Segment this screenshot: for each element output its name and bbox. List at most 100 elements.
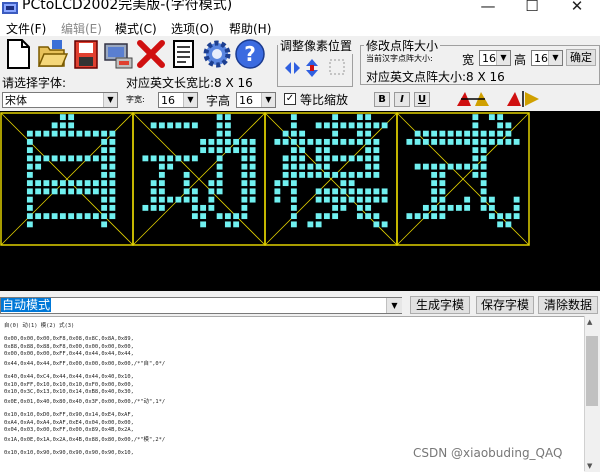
clear-data-button[interactable]: 清除数据 xyxy=(538,296,598,314)
glyph-pixel xyxy=(224,130,231,137)
dot-size-title: 修改点阵大小 xyxy=(364,37,441,54)
glyph-pixel xyxy=(101,130,108,137)
glyph-pixel xyxy=(101,147,108,154)
open-folder-icon[interactable] xyxy=(36,38,68,70)
menu-help[interactable]: 帮助(H) xyxy=(229,20,271,37)
glyph-pixel xyxy=(241,188,248,195)
flip-vertical-icon[interactable] xyxy=(505,90,541,108)
underline-button[interactable]: U xyxy=(414,92,430,107)
glyph-pixel xyxy=(332,114,339,121)
settings-icon[interactable] xyxy=(102,38,134,70)
glyph-pixel xyxy=(422,138,429,145)
glyph-pixel xyxy=(183,155,190,162)
output-line: 0x00,0x00,0x00,0xFF,0x44,0x44,0x44,0x44, xyxy=(4,351,134,358)
glyph-pixel xyxy=(356,114,363,121)
output-line: 自(0) 动(1) 模(2) 式(3) xyxy=(4,323,75,329)
glyph-pixel xyxy=(315,188,322,195)
glyph-pixel xyxy=(299,163,306,170)
glyph-pixel xyxy=(26,163,33,170)
glyph-pixel xyxy=(505,130,512,137)
bold-button[interactable]: B xyxy=(374,92,390,107)
glyph-pixel xyxy=(233,147,240,154)
glyph-pixel xyxy=(290,221,297,228)
glyph-pixel xyxy=(158,155,165,162)
document-icon[interactable] xyxy=(167,38,199,70)
glyph-pixel xyxy=(480,130,487,137)
dot-width-select[interactable]: 16 ▼ xyxy=(479,50,511,66)
italic-button[interactable]: I xyxy=(394,92,410,107)
glyph-pixel xyxy=(455,204,462,211)
generate-font-button[interactable]: 生成字模 xyxy=(410,296,470,314)
char-width-label: 字宽: xyxy=(126,95,145,104)
scroll-up-icon[interactable]: ▲ xyxy=(587,318,592,326)
scroll-down-icon[interactable]: ▼ xyxy=(587,462,592,470)
glyph-pixel xyxy=(241,171,248,178)
output-line: 0x04,0x03,0x00,0xFF,0x00,0x89,0x4B,0x2A, xyxy=(4,427,134,434)
glyph-pixel xyxy=(101,163,108,170)
glyph-pixel xyxy=(35,188,42,195)
output-line: 0x88,0x88,0x88,0xF8,0x00,0x00,0x00,0x00, xyxy=(4,343,134,350)
flip-horizontal-icon[interactable] xyxy=(455,90,491,108)
glyph-pixel xyxy=(497,122,504,129)
maximize-button[interactable]: ☐ xyxy=(510,0,554,16)
glyph-pixel xyxy=(109,155,116,162)
glyph-pixel xyxy=(109,163,116,170)
delete-icon[interactable] xyxy=(135,38,167,70)
glyph-pixel xyxy=(68,213,75,220)
glyph-pixel xyxy=(84,180,91,187)
menu-options[interactable]: 选项(O) xyxy=(171,20,214,37)
glyph-pixel xyxy=(340,171,347,178)
save-disk-icon[interactable] xyxy=(70,38,102,70)
glyph-pixel xyxy=(101,138,108,145)
glyph-pixel xyxy=(381,221,388,228)
glyph-pixel xyxy=(472,147,479,154)
pixel-shift-arrows-icon[interactable] xyxy=(282,56,348,80)
gear-icon[interactable] xyxy=(201,38,233,70)
menu-edit[interactable]: 编辑(E) xyxy=(61,20,102,37)
glyph-pixel xyxy=(224,122,231,129)
glyph-pixel xyxy=(224,213,231,220)
chevron-down-icon: ▼ xyxy=(548,51,562,65)
glyph-pixel xyxy=(183,171,190,178)
glyph-pixel xyxy=(381,196,388,203)
proportional-label: 等比缩放 xyxy=(300,93,349,107)
english-dot-size-label: 对应英文点阵大小:8 X 16 xyxy=(366,70,505,84)
glyph-pixel xyxy=(472,138,479,145)
glyph-pixel xyxy=(26,221,33,228)
scrollbar-thumb[interactable] xyxy=(586,336,598,406)
glyph-canvas[interactable] xyxy=(0,111,600,291)
glyph-pixel xyxy=(472,163,479,170)
menu-mode[interactable]: 模式(C) xyxy=(115,20,157,37)
new-file-icon[interactable] xyxy=(2,38,34,70)
close-button[interactable]: ✕ xyxy=(555,0,599,16)
help-icon[interactable]: ? xyxy=(234,38,266,70)
dot-height-select[interactable]: 16 ▼ xyxy=(531,50,563,66)
glyph-pixel xyxy=(299,171,306,178)
confirm-size-button[interactable]: 确定 xyxy=(566,49,596,66)
font-family-select[interactable]: 宋体 ▼ xyxy=(2,92,118,108)
glyph-pixel xyxy=(101,188,108,195)
chevron-down-icon[interactable]: ▼ xyxy=(386,298,402,313)
glyph-pixel xyxy=(150,180,157,187)
glyph-pixel xyxy=(422,130,429,137)
output-line: 0x10,0x10,0x90,0x90,0x90,0x90,0x90,0x10, xyxy=(4,450,134,457)
text-input[interactable]: 自动模式 xyxy=(0,297,402,314)
glyph-pixel xyxy=(290,155,297,162)
glyph-pixel xyxy=(472,122,479,129)
glyph-pixel xyxy=(439,188,446,195)
char-height-select[interactable]: 16 ▼ xyxy=(236,92,276,108)
glyph-pixel xyxy=(224,147,231,154)
glyph-pixel xyxy=(348,188,355,195)
glyph-pixel xyxy=(274,196,281,203)
menu-file[interactable]: 文件(F) xyxy=(6,20,46,37)
glyph-pixel xyxy=(241,163,248,170)
glyph-pixel xyxy=(323,213,330,220)
glyph-pixel xyxy=(488,138,495,145)
glyph-pixel xyxy=(356,155,363,162)
glyph-pixel xyxy=(447,163,454,170)
glyph-pixel xyxy=(241,155,248,162)
minimize-button[interactable]: — xyxy=(466,0,510,16)
proportional-checkbox[interactable]: ✓ xyxy=(284,93,296,105)
char-width-select[interactable]: 16 ▼ xyxy=(158,92,198,108)
save-font-button[interactable]: 保存字模 xyxy=(476,296,534,314)
